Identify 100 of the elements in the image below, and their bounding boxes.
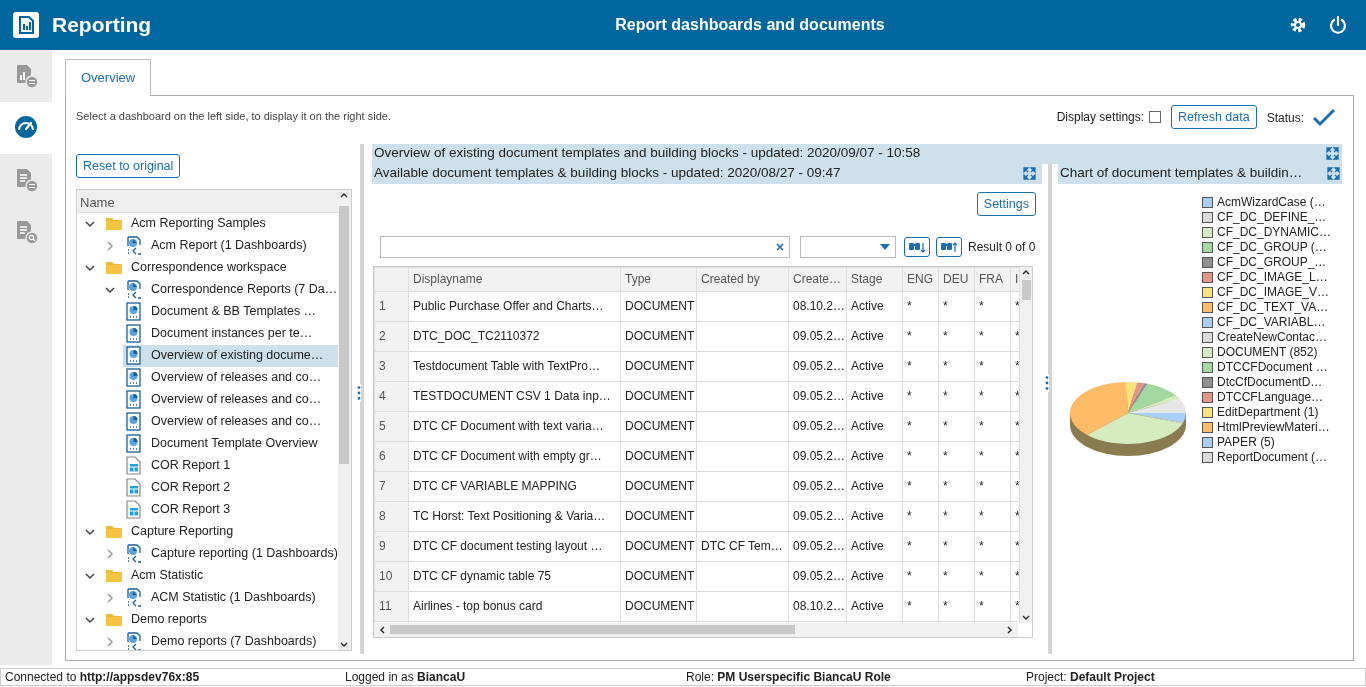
collapse-icon[interactable] [85,218,95,229]
table-cell: DOCUMENT [620,591,697,621]
chart-arrow-icon [125,236,143,255]
table-cell: * [902,381,939,411]
column-header[interactable]: Create… [788,267,847,291]
table-cell: DTC CF VARIABLE MAPPING [408,471,621,501]
tree-item[interactable]: Capture Reporting [83,520,338,543]
settings-button[interactable]: Settings [976,191,1036,216]
legend-label: PAPER (5) [1217,434,1275,451]
expand-icon[interactable] [105,240,115,251]
collapse-icon[interactable] [85,570,95,581]
expand-icon[interactable] [105,548,115,559]
table-cell: Public Purchase Offer and Charts… [408,291,621,321]
column-header[interactable]: ENG [902,267,939,291]
tree-item[interactable]: Overview of releases and co… [123,410,338,433]
tree-item[interactable]: Correspondence workspace [83,256,338,279]
table-cell: * [938,351,975,381]
table-cell: DTC_DOC_TC2110372 [408,321,621,351]
collapse-icon[interactable] [85,614,95,625]
tree-item[interactable]: Acm Report (1 Dashboards) [103,234,338,257]
tree-item[interactable]: Capture reporting (1 Dashboards) [103,542,338,565]
table-cell: * [938,471,975,501]
expand-icon[interactable] [1023,167,1036,180]
table-cell: DOCUMENT [620,441,697,471]
reset-button[interactable]: Reset to original [76,153,181,178]
tree-item[interactable]: COR Report 2 [123,476,338,499]
tree-item[interactable]: Document Template Overview [123,432,338,455]
tree-item[interactable]: Demo reports [83,608,338,631]
tree-item[interactable]: Overview of releases and co… [123,388,338,411]
tree-item[interactable]: COR Report 1 [123,454,338,477]
tree-item[interactable]: Correspondence Reports (7 Da… [103,278,338,301]
clear-icon[interactable] [775,241,785,252]
column-header[interactable]: DEU [938,267,975,291]
table-cell: * [974,291,1011,321]
column-header[interactable]: Displayname [408,267,621,291]
tree-item[interactable]: Document instances per te… [123,322,338,345]
scroll-right-icon[interactable] [1006,624,1014,635]
chart-document-icon [125,434,143,453]
settings-icon[interactable] [1288,15,1308,35]
table-cell: * [902,351,939,381]
find-next-button[interactable] [904,236,930,257]
row-number: 7 [374,471,409,501]
column-header[interactable]: Stage [846,267,903,291]
column-header[interactable]: Name [77,189,338,213]
legend-label: CF_DC_VARIABL… [1217,314,1326,331]
expand-icon[interactable] [105,592,115,603]
tree-item[interactable]: Document & BB Templates … [123,300,338,323]
table-cell: TC Horst: Text Positioning & Varia… [408,501,621,531]
table-cell: Active [846,381,903,411]
table-cell: 09.05.2… [788,561,847,591]
column-header[interactable]: Type [620,267,697,291]
collapse-icon[interactable] [105,284,115,295]
table-cell: 09.05.2… [788,381,847,411]
table-cell: 09.05.2… [788,531,847,561]
tree-item[interactable]: Overview of releases and co… [123,366,338,389]
table-cell: DOCUMENT [620,381,697,411]
collapse-icon[interactable] [85,262,95,273]
tab[interactable]: Overview [65,59,152,96]
expand-icon[interactable] [1326,147,1339,160]
table-cell: * [902,591,939,621]
power-icon[interactable] [1328,15,1348,35]
scroll-left-icon[interactable] [378,624,386,635]
sidebar-item[interactable] [0,102,52,154]
collapse-icon[interactable] [85,526,95,537]
refresh-button[interactable]: Refresh data [1171,104,1257,129]
tree-item[interactable]: Overview of existing docume… [123,344,338,367]
splitter-handle-icon[interactable] [1045,373,1049,392]
chart-document-icon [125,302,143,321]
table-document-icon [125,500,143,519]
tree-item[interactable]: Demo reports (7 Dashboards) [103,630,338,650]
expand-icon[interactable] [105,636,115,647]
splitter-handle-icon[interactable] [357,383,361,402]
table-cell: * [902,291,939,321]
tree-item[interactable]: Acm Statistic [83,564,338,587]
scroll-down-icon[interactable] [339,639,350,650]
column-header[interactable]: FRA [974,267,1011,291]
table-cell: * [974,471,1011,501]
table-cell: 09.05.2… [788,441,847,471]
chart-document-icon [125,368,143,387]
binoculars-up-icon [940,240,958,255]
scrollbar-thumb[interactable] [390,625,795,635]
dashboard-title: Overview of existing document templates and building blocks - updated: 2020/09/07 - 10:58 [374,144,922,163]
find-previous-button[interactable] [936,236,962,257]
table-cell: * [974,501,1011,531]
column-header[interactable]: I [1010,267,1020,291]
column-header[interactable]: Created by [696,267,789,291]
tree-item[interactable]: COR Report 3 [123,498,338,521]
scrollbar-thumb[interactable] [1021,279,1031,300]
table-cell: DTC CF dynamic table 75 [408,561,621,591]
tree-item[interactable]: ACM Statistic (1 Dashboards) [103,586,338,609]
table-cell: DTC CF Document with text varia… [408,411,621,441]
search-field[interactable] [380,235,790,258]
checkbox[interactable] [1149,110,1162,123]
tree-item[interactable]: Acm Reporting Samples [83,212,338,235]
legend-label: CF_DC_GROUP (… [1217,239,1327,256]
scrollbar-thumb[interactable] [339,205,350,464]
expand-icon[interactable] [1327,167,1340,180]
table-cell: * [902,411,939,441]
table-cell: Active [846,471,903,501]
scroll-down-icon[interactable] [1021,612,1031,623]
